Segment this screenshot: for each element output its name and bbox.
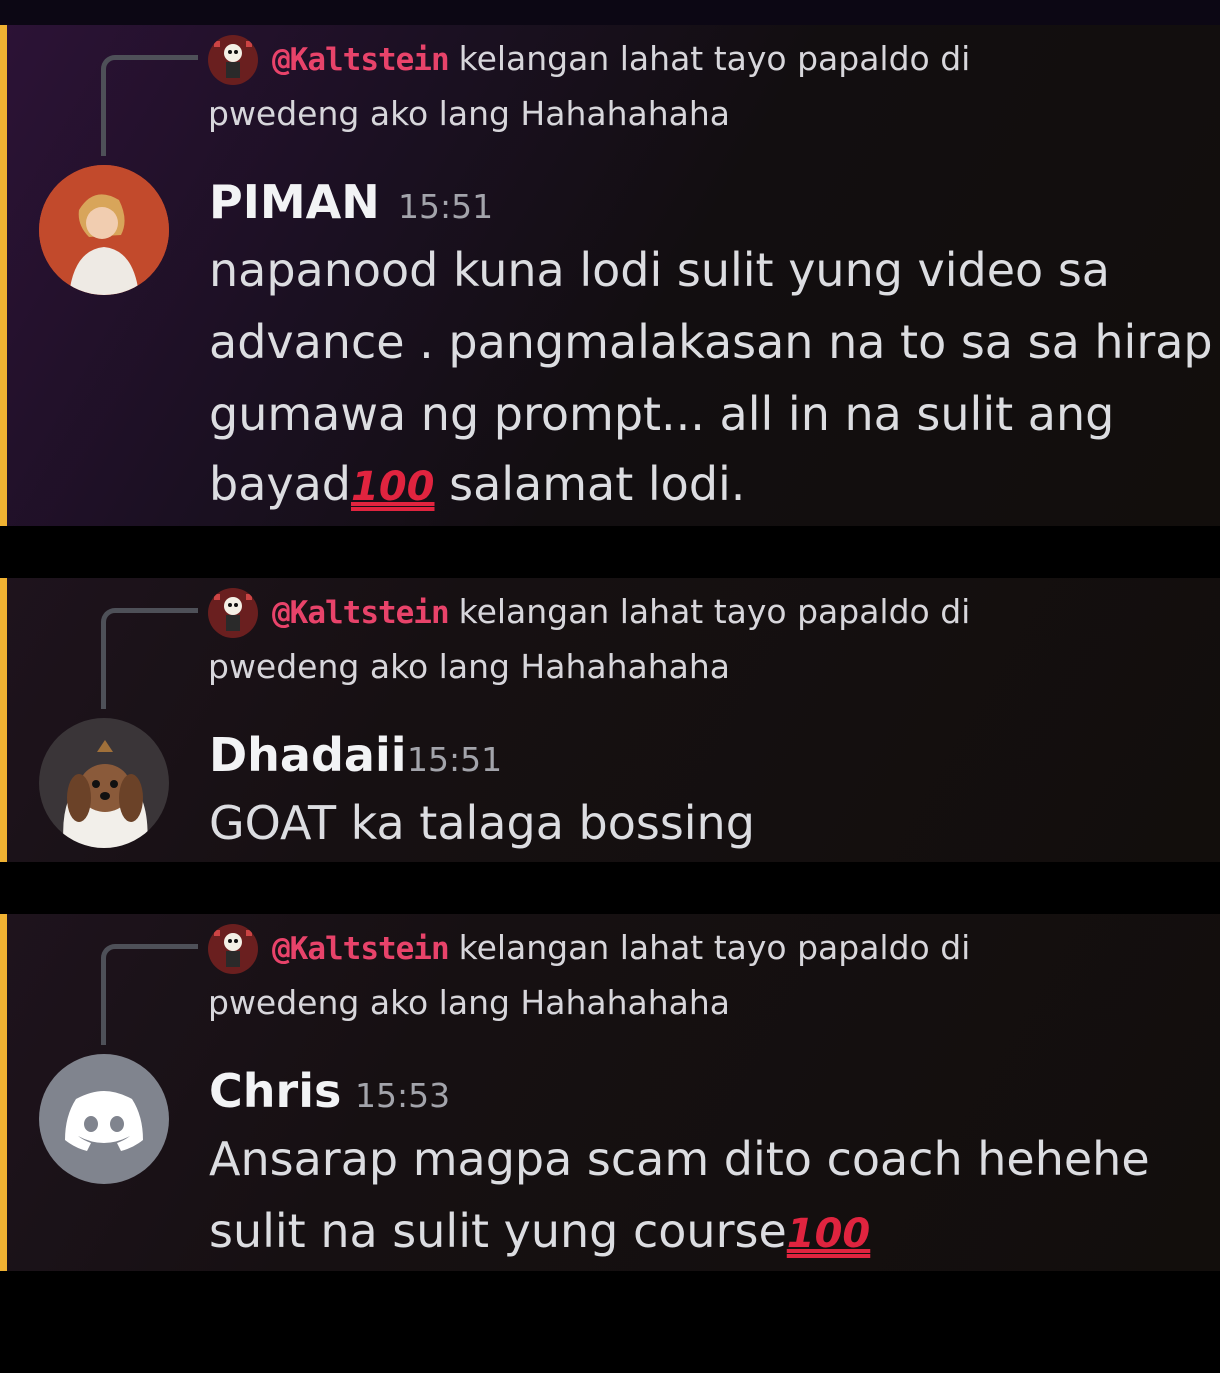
reply-spine [101,608,198,709]
highlight-bar [0,25,7,526]
reply-line-2: pwedeng ako lang Hahahahaha [208,983,731,1022]
timestamp: 15:51 [407,740,503,779]
gap [0,862,1220,914]
avatar-dhadaii[interactable] [39,718,169,848]
message-line: napanood kuna lodi sulit yung video sa [209,243,1110,297]
reply-line-2: pwedeng ako lang Hahahahaha [208,647,731,686]
message-text: bayad [209,457,351,511]
gap [0,526,1220,578]
discord-logo-icon [65,1091,143,1151]
author-name[interactable]: Dhadaii [209,728,406,782]
author-name[interactable]: PIMAN [209,175,380,229]
reply-spine [101,944,198,1045]
reply-line-1[interactable]: @Kaltstein kelangan lahat tayo papaldo di [208,928,970,967]
timestamp: 15:53 [355,1076,451,1115]
reply-text: kelangan lahat tayo papaldo di [458,928,971,967]
hundred-points-emoji: 100 [351,464,435,510]
message-line: sulit na sulit yung course100 [209,1204,870,1258]
message-line: GOAT ka talaga bossing [209,796,755,850]
message-text: salamat lodi. [434,457,746,511]
highlight-bar [0,578,7,862]
reply-line-1[interactable]: @Kaltstein kelangan lahat tayo papaldo di [208,592,970,631]
message-line: gumawa ng prompt... all in na sulit ang [209,387,1115,441]
reply-line-1[interactable]: @Kaltstein kelangan lahat tayo papaldo di [208,39,970,78]
message-chris[interactable]: @Kaltstein kelangan lahat tayo papaldo di… [0,914,1220,1271]
author-name[interactable]: Chris [209,1064,341,1118]
message-dhadaii[interactable]: @Kaltstein kelangan lahat tayo papaldo di… [0,578,1220,862]
hundred-points-emoji: 100 [786,1211,871,1257]
message-line: Ansarap magpa scam dito coach hehehe [209,1132,1150,1186]
highlight-bar [0,914,7,1271]
message-line: bayad100 salamat lodi. [209,457,745,511]
mention-kaltstein[interactable]: @Kaltstein [272,931,450,967]
top-strip [0,0,1220,25]
timestamp: 15:51 [398,187,494,226]
avatar-chris[interactable] [39,1054,169,1184]
message-line: advance . pangmalakasan na to sa sa hira… [209,315,1213,369]
reply-text: kelangan lahat tayo papaldo di [458,39,971,78]
reply-line-2: pwedeng ako lang Hahahahaha [208,94,731,133]
reply-spine [101,55,198,156]
message-piman[interactable]: @Kaltstein kelangan lahat tayo papaldo di… [0,25,1220,526]
mention-kaltstein[interactable]: @Kaltstein [272,42,450,78]
mention-kaltstein[interactable]: @Kaltstein [272,595,450,631]
avatar-piman[interactable] [39,165,169,295]
message-text: sulit na sulit yung course [209,1204,787,1258]
reply-text: kelangan lahat tayo papaldo di [458,592,971,631]
